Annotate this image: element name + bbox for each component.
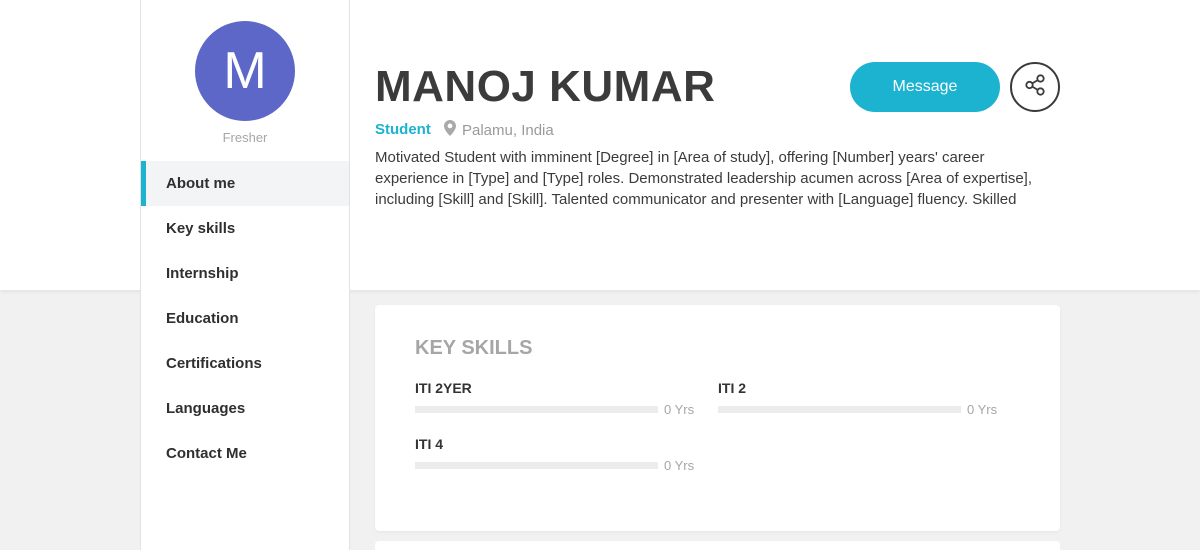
sidebar-item-certifications[interactable]: Certifications <box>141 341 349 386</box>
profile-name: MANOJ KUMAR <box>375 62 716 111</box>
next-section-card <box>375 541 1060 550</box>
key-skills-card: KEY SKILLS ITI 2YER 0 Yrs ITI 2 0 Yrs IT… <box>375 305 1060 531</box>
skill-progress-bar <box>718 406 961 413</box>
skill-progress-bar <box>415 406 658 413</box>
skill-name: ITI 2 <box>718 380 747 396</box>
profile-location: Palamu, India <box>444 120 554 140</box>
skill-name: ITI 2YER <box>415 380 472 396</box>
skill-name: ITI 4 <box>415 436 444 452</box>
avatar-letter: M <box>223 42 267 100</box>
sidebar-item-key-skills[interactable]: Key skills <box>141 206 349 251</box>
map-pin-icon <box>444 120 456 140</box>
skill-progress-bar <box>415 462 658 469</box>
sidebar-item-education[interactable]: Education <box>141 296 349 341</box>
profile-summary: Motivated Student with imminent [Degree]… <box>375 149 1033 208</box>
sidebar-item-contact-me[interactable]: Contact Me <box>141 431 349 476</box>
profile-role: Student <box>375 121 431 138</box>
share-icon <box>1023 73 1047 102</box>
share-button[interactable] <box>1010 62 1060 112</box>
skill-years: 0 Yrs <box>664 402 695 417</box>
sidebar-nav: About me Key skills Internship Education… <box>141 161 349 476</box>
skill-item: ITI 2YER 0 Yrs <box>415 380 695 417</box>
skill-item: ITI 2 0 Yrs <box>718 380 998 417</box>
location-text: Palamu, India <box>462 121 554 139</box>
experience-status: Fresher <box>222 130 268 145</box>
skill-years: 0 Yrs <box>967 402 998 417</box>
key-skills-title: KEY SKILLS <box>415 337 533 359</box>
message-button[interactable]: Message <box>850 62 1000 112</box>
skill-item: ITI 4 0 Yrs <box>415 436 695 473</box>
sidebar: M Fresher About me Key skills Internship… <box>140 0 350 550</box>
avatar: M <box>195 21 295 121</box>
skill-years: 0 Yrs <box>664 458 695 473</box>
sidebar-item-languages[interactable]: Languages <box>141 386 349 431</box>
sidebar-item-internship[interactable]: Internship <box>141 251 349 296</box>
sidebar-item-about-me[interactable]: About me <box>141 161 349 206</box>
